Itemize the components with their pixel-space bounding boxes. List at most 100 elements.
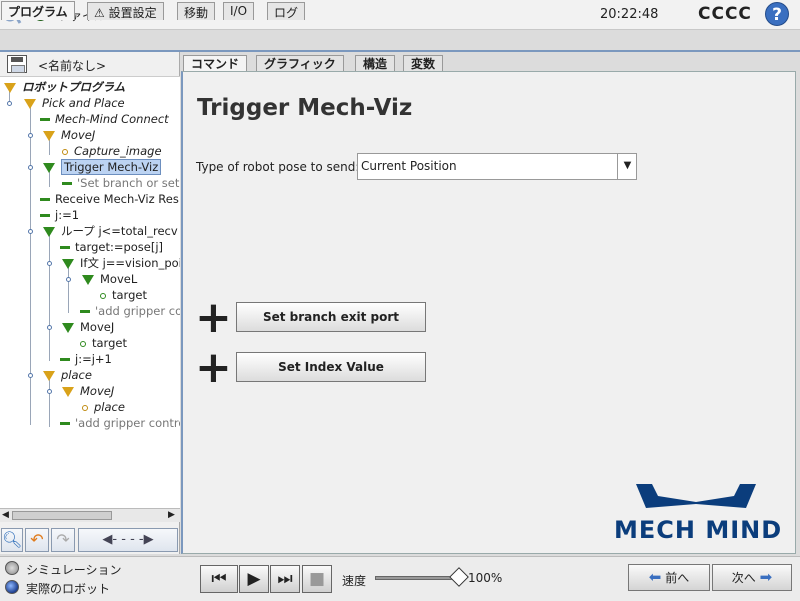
next-button[interactable]: 次へ ➡: [712, 564, 792, 591]
save-icon[interactable]: [7, 55, 27, 73]
search-icon[interactable]: 🔍︎: [1, 528, 23, 552]
arrow-right-icon: ➡: [759, 568, 773, 586]
mech-mind-logo-text: MECH MIND: [614, 516, 783, 544]
if-triangle-icon: [62, 258, 74, 269]
tree-node[interactable]: Mech-Mind Connect: [40, 111, 169, 127]
tree-node[interactable]: MoveL: [82, 271, 137, 287]
scroll-right-icon[interactable]: ▶: [168, 510, 175, 520]
tree-node[interactable]: place: [82, 399, 125, 415]
tree-node[interactable]: If文 j==vision_poi: [62, 255, 180, 271]
command-icon: [40, 118, 50, 121]
redo-icon[interactable]: ↷: [51, 528, 75, 552]
tab-structure[interactable]: 構造: [355, 55, 396, 72]
tree-node[interactable]: j:=j+1: [60, 351, 112, 367]
previous-button[interactable]: ⬅ 前へ: [628, 564, 710, 591]
chevron-down-icon[interactable]: ▼: [617, 153, 637, 180]
move-node-arrows-icon[interactable]: ◀- - - -▶: [78, 528, 178, 552]
next-label: 次へ: [731, 571, 756, 585]
tree-expand-knob[interactable]: [66, 277, 71, 282]
waypoint-icon: [80, 340, 86, 347]
tree-expand-knob[interactable]: [47, 389, 52, 394]
folder-triangle-icon: [24, 98, 36, 109]
program-name: <名前なし>: [38, 59, 107, 73]
tab-variables[interactable]: 変数: [403, 55, 444, 72]
set-branch-exit-port-button[interactable]: Set branch exit port: [236, 302, 426, 332]
pose-type-select[interactable]: Current Position: [357, 153, 637, 180]
tree-node[interactable]: target: [80, 335, 127, 351]
folder-triangle-icon: [43, 370, 55, 381]
tree-node[interactable]: 'add gripper contro: [60, 415, 180, 431]
tab-installation[interactable]: ⚠ 設置設定: [87, 2, 164, 20]
real-robot-label: 実際のロボット: [26, 582, 111, 596]
tree-node[interactable]: MoveJ: [62, 383, 114, 399]
command-icon: [40, 198, 50, 201]
move-triangle-icon: [43, 130, 55, 141]
undo-icon[interactable]: ↶: [25, 528, 49, 552]
program-tree[interactable]: ロボットプログラム Pick and Place Mech-Mind Conne…: [0, 76, 180, 508]
tab-move[interactable]: 移動: [177, 2, 216, 20]
tree-node-root[interactable]: ロボットプログラム: [4, 79, 125, 95]
program-triangle-icon: [4, 82, 16, 93]
tree-expand-knob[interactable]: [28, 229, 33, 234]
command-icon: [60, 358, 70, 361]
page-title: Trigger Mech-Viz: [197, 95, 413, 121]
waypoint-icon: [82, 404, 88, 411]
speed-value: 100%: [468, 571, 503, 585]
tree-node[interactable]: MoveJ: [62, 319, 114, 335]
previous-label: 前へ: [665, 571, 690, 585]
speed-label: 速度: [342, 574, 367, 588]
robot-name: CCCC: [698, 4, 752, 24]
real-robot-radio[interactable]: [5, 580, 19, 594]
tree-node[interactable]: 'Set branch or set i: [62, 175, 180, 191]
tree-node[interactable]: target: [100, 287, 147, 303]
tree-expand-knob[interactable]: [28, 165, 33, 170]
clock: 20:22:48: [600, 7, 659, 22]
tree-expand-knob[interactable]: [47, 325, 52, 330]
tab-log[interactable]: ログ: [267, 2, 306, 20]
tab-program[interactable]: プログラム: [1, 1, 75, 20]
tree-connector: [49, 395, 50, 427]
waypoint-icon: [100, 292, 106, 299]
tree-expand-knob[interactable]: [7, 101, 12, 106]
waypoint-icon: [62, 148, 68, 155]
tree-node[interactable]: place: [43, 367, 92, 383]
comment-icon: [60, 422, 70, 425]
help-icon[interactable]: ?: [765, 2, 789, 26]
tab-io[interactable]: I/O: [223, 2, 255, 20]
tree-expand-knob[interactable]: [28, 133, 33, 138]
tree-node[interactable]: Capture_image: [62, 143, 162, 159]
plus-icon: +: [195, 342, 232, 393]
tree-node-selected[interactable]: Trigger Mech-Viz: [43, 159, 162, 175]
tree-node[interactable]: Receive Mech-Viz Res: [40, 191, 179, 207]
urcap-triangle-icon: [43, 162, 55, 173]
tree-connector: [49, 235, 50, 361]
play-icon[interactable]: ▶: [239, 565, 269, 593]
step-icon[interactable]: ⏭: [270, 565, 300, 593]
tab-command[interactable]: コマンド: [183, 55, 248, 72]
simulation-radio[interactable]: [5, 561, 19, 575]
tree-node[interactable]: ループ j<=total_recv: [43, 223, 178, 239]
skip-to-start-icon[interactable]: ⏮: [200, 565, 238, 593]
command-icon: [60, 246, 70, 249]
tree-node[interactable]: Pick and Place: [24, 95, 125, 111]
set-index-value-button[interactable]: Set Index Value: [236, 352, 426, 382]
comment-icon: [80, 310, 90, 313]
tree-node[interactable]: j:=1: [40, 207, 79, 223]
scroll-left-icon[interactable]: ◀: [2, 510, 9, 520]
move-triangle-icon: [82, 274, 94, 285]
scrollbar-thumb[interactable]: [12, 511, 112, 520]
tree-connector: [68, 267, 69, 313]
tree-expand-knob[interactable]: [28, 373, 33, 378]
tree-node[interactable]: MoveJ: [43, 127, 95, 143]
tab-graphics[interactable]: グラフィック: [256, 55, 344, 72]
loop-triangle-icon: [43, 226, 55, 237]
command-icon: [40, 214, 50, 217]
tree-node[interactable]: 'add gripper co: [80, 303, 180, 319]
pose-type-label: Type of robot pose to send:: [196, 160, 360, 174]
tree-expand-knob[interactable]: [47, 261, 52, 266]
arrow-left-icon: ⬅: [648, 568, 662, 586]
move-triangle-icon: [62, 386, 74, 397]
stop-icon[interactable]: ■: [302, 565, 332, 593]
plus-icon: +: [195, 292, 232, 343]
tree-node[interactable]: target:=pose[j]: [60, 239, 163, 255]
